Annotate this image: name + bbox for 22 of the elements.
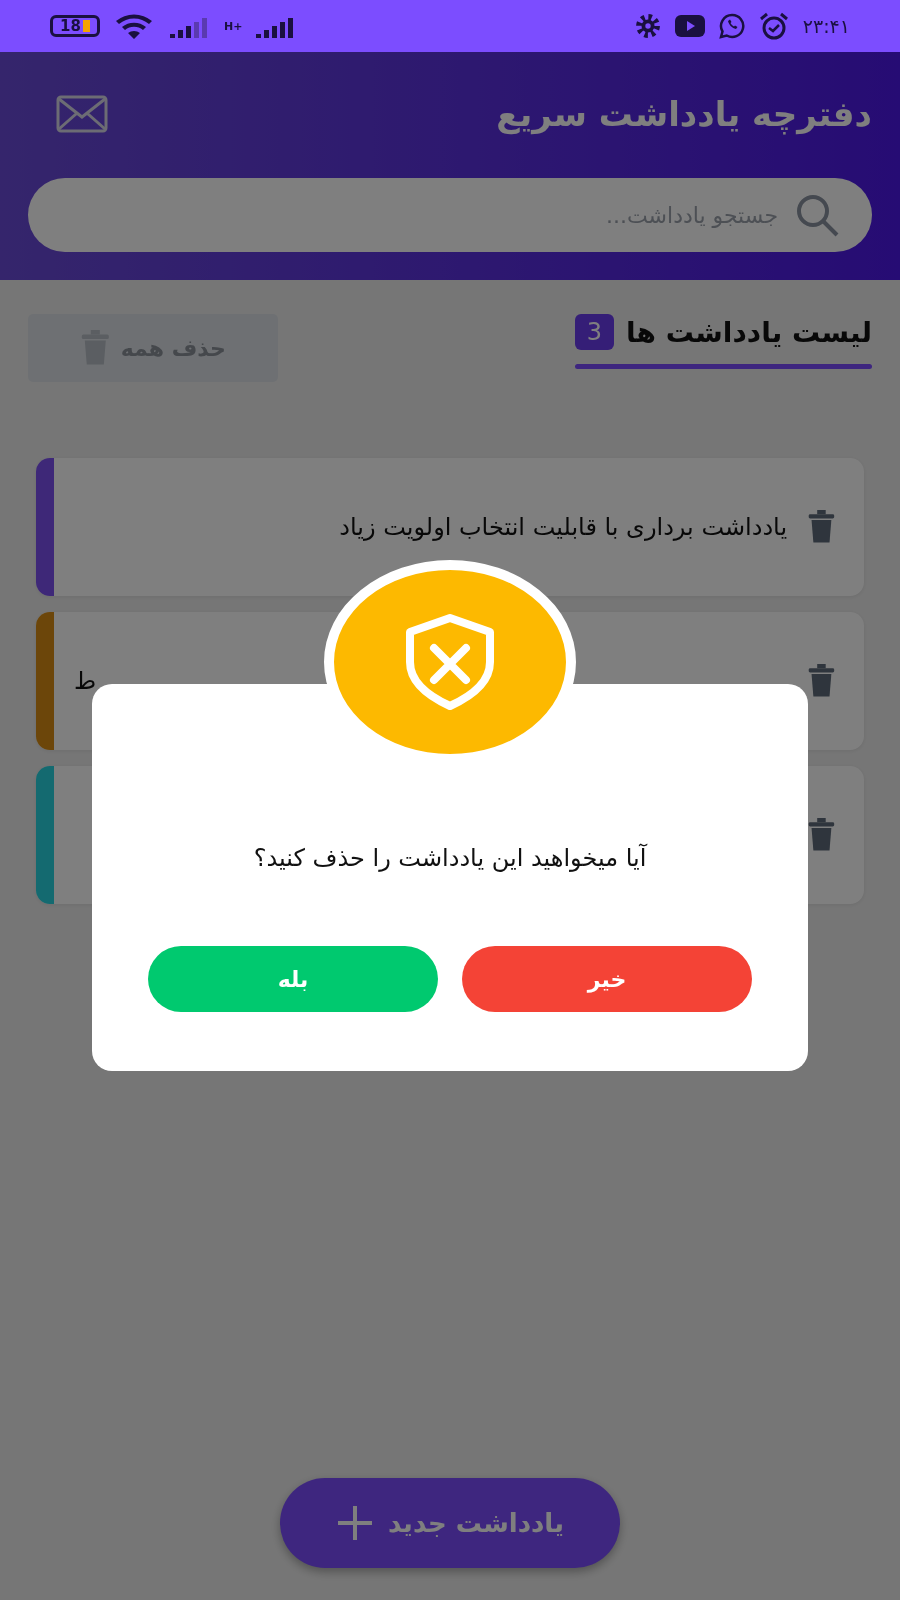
note-text: ط [74, 667, 98, 695]
network-type: H+ [224, 19, 243, 33]
search-icon [794, 192, 840, 238]
yes-button[interactable]: بله [148, 946, 438, 1012]
video-play-icon [674, 15, 705, 37]
note-count: 3 [574, 314, 614, 350]
plus-icon [336, 1504, 375, 1542]
no-button[interactable]: خیر [462, 946, 752, 1012]
note-card[interactable]: یادداشت برداری با قابلیت انتخاب اولویت زیاد [36, 458, 864, 596]
alarm-icon [758, 12, 789, 40]
chat-phone-icon [718, 13, 745, 39]
dialog-message: آیا میخواهید این یادداشت را حذف کنید؟ [253, 844, 647, 872]
battery-icon: 18 [50, 15, 100, 37]
settings-icon [634, 13, 661, 39]
mail-icon[interactable] [56, 95, 108, 133]
clock-time: ۲۳:۴۱ [802, 15, 850, 37]
trash-icon[interactable] [807, 818, 836, 852]
app-title: دفترچه یادداشت سریع [496, 94, 872, 134]
list-title: لیست یادداشت ها [625, 315, 872, 349]
new-note-button[interactable]: یادداشت جدید [280, 1478, 620, 1568]
note-text: یادداشت برداری با قابلیت انتخاب اولویت زیاد [338, 513, 788, 541]
shield-x-icon [404, 614, 496, 710]
